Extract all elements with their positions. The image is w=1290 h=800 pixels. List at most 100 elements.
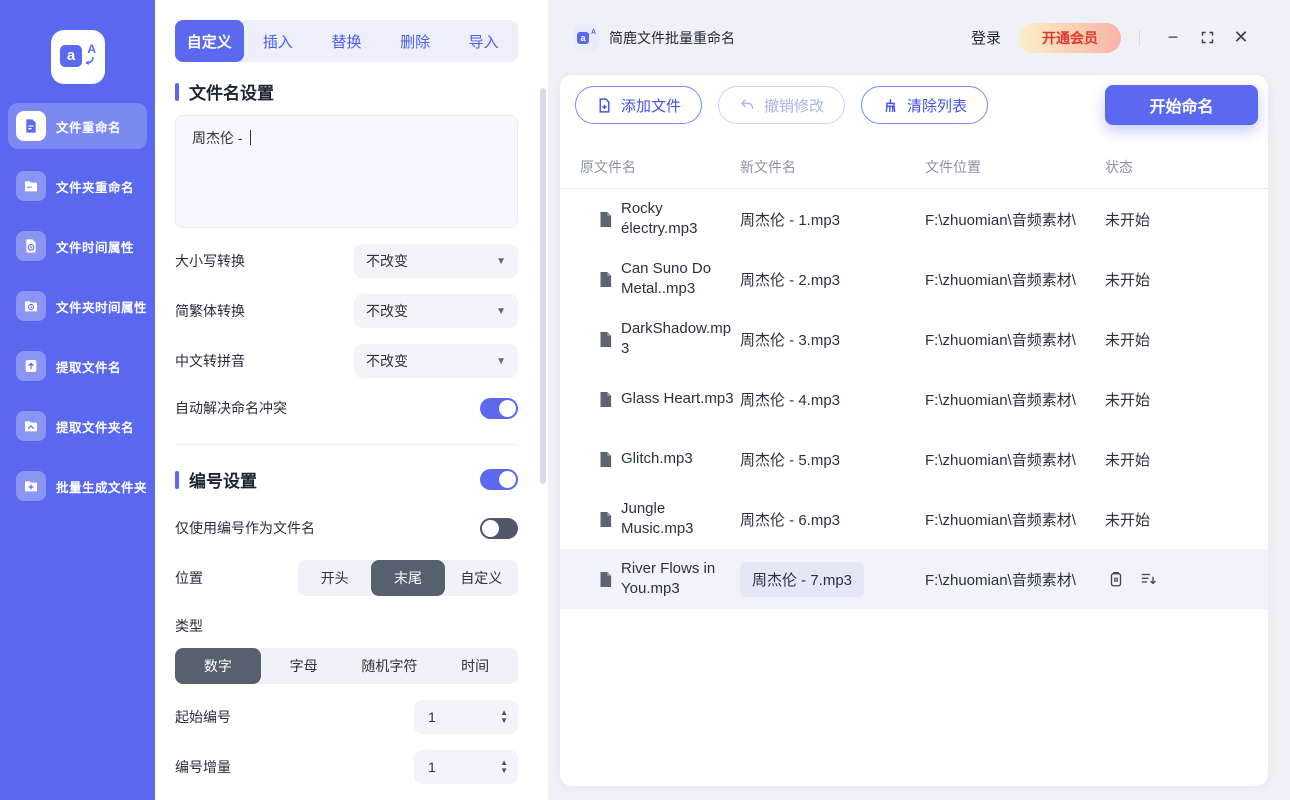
pinyin-convert-select[interactable]: 不改变 ▼	[354, 344, 518, 378]
vip-button[interactable]: 开通会员	[1019, 22, 1121, 53]
stepper-arrows-icon[interactable]: ▲ ▼	[500, 709, 508, 725]
text-caret	[250, 130, 252, 145]
numbering-section-header: 编号设置	[175, 467, 518, 492]
table-row[interactable]: Glass Heart.mp3 周杰伦 - 4.mp3 F:\zhuomian\…	[560, 369, 1268, 429]
increment-stepper[interactable]: 1 ▲ ▼	[414, 750, 518, 784]
clear-list-button[interactable]: 清除列表	[861, 86, 989, 124]
type-option-number[interactable]: 数字	[175, 648, 261, 684]
original-filename: Glass Heart.mp3	[621, 390, 734, 407]
delete-row-button[interactable]	[1107, 570, 1125, 588]
start-number-label: 起始编号	[175, 709, 231, 725]
sidebar-item-file-rename[interactable]: 文件重命名	[8, 103, 147, 149]
table-row[interactable]: Jungle Music.mp3 周杰伦 - 6.mp3 F:\zhuomian…	[560, 489, 1268, 549]
pinyin-convert-label: 中文转拼音	[175, 353, 245, 369]
sidebar-item-label: 提取文件夹名	[56, 420, 135, 435]
app-window: a A 文件重命名 文件夹重命名 文件时间属性 文件夹时间属性 提取文件名 提取…	[0, 0, 1290, 800]
chevron-down-icon: ▼	[496, 305, 506, 317]
numbering-toggle[interactable]	[480, 469, 518, 490]
new-filename: 周杰伦 - 3.mp3	[740, 331, 841, 349]
add-files-button[interactable]: 添加文件	[575, 86, 703, 124]
column-new-name: 新文件名	[740, 158, 796, 175]
tab-custom[interactable]: 自定义	[175, 20, 244, 62]
file-location: F:\zhuomian\音频素材\	[925, 511, 1076, 529]
new-filename: 周杰伦 - 4.mp3	[740, 391, 841, 409]
table-row[interactable]: Can Suno Do Metal..mp3 周杰伦 - 2.mp3 F:\zh…	[560, 249, 1268, 309]
toolbar: 添加文件 撤销修改 清除列表 开始命名	[560, 75, 1268, 145]
sidebar-item-label: 批量生成文件夹	[56, 480, 148, 495]
file-location: F:\zhuomian\音频素材\	[925, 391, 1076, 409]
logo-A-icon: A	[87, 42, 96, 56]
sidebar-item-file-time[interactable]: 文件时间属性	[8, 223, 147, 269]
logo-a-icon: a	[577, 31, 589, 44]
minimize-button[interactable]: −	[1156, 23, 1190, 53]
sidebar-item-extract-filename[interactable]: 提取文件名	[8, 343, 147, 389]
list-down-icon	[1141, 573, 1156, 584]
tab-delete[interactable]: 删除	[381, 20, 450, 62]
titlebar-divider	[1139, 29, 1140, 46]
workspace: a A 简鹿文件批量重命名 登录 开通会员 − ✕ 添加文件 撤销修改 清除列表…	[548, 0, 1290, 800]
login-button[interactable]: 登录	[971, 27, 1001, 48]
move-to-bottom-button[interactable]	[1139, 570, 1158, 588]
file-icon	[598, 391, 613, 408]
section-accent-bar	[175, 82, 179, 101]
toggle-knob	[499, 471, 516, 488]
chevron-down-icon: ▼	[496, 355, 506, 367]
row-actions	[1105, 570, 1268, 588]
tab-replace[interactable]: 替换	[312, 20, 381, 62]
type-option-time[interactable]: 时间	[432, 648, 518, 684]
original-filename: Rocky électry.mp3	[621, 200, 698, 237]
undo-button[interactable]: 撤销修改	[718, 86, 846, 124]
stepper-arrows-icon[interactable]: ▲ ▼	[500, 759, 508, 775]
column-location: 文件位置	[925, 158, 981, 175]
table-row[interactable]: Rocky électry.mp3 周杰伦 - 1.mp3 F:\zhuomia…	[560, 189, 1268, 249]
only-number-row: 仅使用编号作为文件名	[175, 516, 518, 540]
tab-import[interactable]: 导入	[449, 20, 518, 62]
file-icon	[598, 211, 613, 228]
only-number-toggle[interactable]	[480, 517, 518, 539]
settings-scrollbar[interactable]	[540, 88, 546, 484]
auto-resolve-toggle[interactable]	[480, 397, 518, 419]
table-row[interactable]: DarkShadow.mp3 周杰伦 - 3.mp3 F:\zhuomian\音…	[560, 309, 1268, 369]
status-text: 未开始	[1105, 211, 1151, 229]
undo-icon	[740, 98, 754, 109]
sidebar-item-folder-time[interactable]: 文件夹时间属性	[8, 283, 147, 329]
start-number-value: 1	[428, 709, 436, 725]
new-filename: 周杰伦 - 2.mp3	[740, 271, 841, 289]
close-button[interactable]: ✕	[1224, 23, 1258, 53]
position-option-end[interactable]: 末尾	[371, 560, 445, 596]
table-header: 原文件名 新文件名 文件位置 状态	[560, 145, 1268, 189]
file-location: F:\zhuomian\音频素材\	[925, 211, 1076, 229]
case-convert-value: 不改变	[366, 253, 408, 269]
original-filename: Glitch.mp3	[621, 450, 693, 467]
tradsimp-convert-select[interactable]: 不改变 ▼	[354, 294, 518, 328]
case-convert-select[interactable]: 不改变 ▼	[354, 244, 518, 278]
new-filename-editable[interactable]: 周杰伦 - 7.mp3	[740, 561, 865, 597]
start-rename-button[interactable]: 开始命名	[1105, 85, 1258, 125]
file-clock-icon	[16, 231, 46, 261]
type-option-letter[interactable]: 字母	[261, 648, 347, 684]
filename-input[interactable]: 周杰伦 -	[175, 115, 518, 228]
original-filename: DarkShadow.mp3	[621, 320, 732, 357]
status-text: 未开始	[1105, 511, 1151, 529]
table-row[interactable]: Glitch.mp3 周杰伦 - 5.mp3 F:\zhuomian\音频素材\…	[560, 429, 1268, 489]
type-option-random[interactable]: 随机字符	[347, 648, 433, 684]
filename-input-value: 周杰伦 -	[192, 130, 247, 146]
status-text: 未开始	[1105, 271, 1151, 289]
numbering-section-title: 编号设置	[189, 472, 257, 491]
tab-insert[interactable]: 插入	[244, 20, 313, 62]
sidebar-item-batch-create-folders[interactable]: 批量生成文件夹	[8, 463, 147, 509]
table-row-hovered[interactable]: River Flows in You.mp3 周杰伦 - 7.mp3 F:\zh…	[560, 549, 1268, 609]
file-icon	[598, 571, 613, 588]
sidebar-item-extract-foldername[interactable]: 提取文件夹名	[8, 403, 147, 449]
file-icon	[598, 271, 613, 288]
auto-resolve-row: 自动解决命名冲突	[175, 394, 518, 422]
start-number-stepper[interactable]: 1 ▲ ▼	[414, 700, 518, 734]
position-option-start[interactable]: 开头	[298, 560, 371, 596]
maximize-button[interactable]	[1190, 23, 1224, 53]
logo-arrow-icon	[85, 56, 94, 65]
filename-section-header: 文件名设置	[175, 79, 518, 104]
position-option-custom[interactable]: 自定义	[445, 560, 518, 596]
sidebar-item-folder-rename[interactable]: 文件夹重命名	[8, 163, 147, 209]
status-text: 未开始	[1105, 451, 1151, 469]
section-divider	[175, 444, 518, 445]
